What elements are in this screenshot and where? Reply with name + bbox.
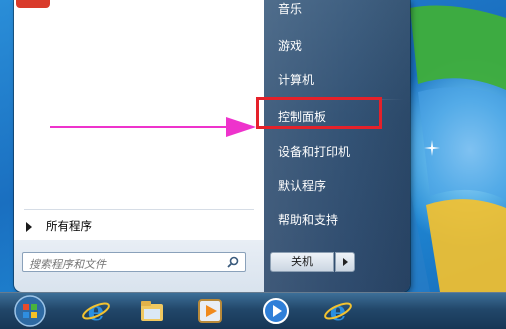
shutdown-button[interactable]: 关机 [270, 252, 334, 272]
start-menu: 所有程序 音乐 游戏 计算机 控制面板 设备和打印机 默认程序 帮助和支持 [14, 0, 410, 292]
menu-item-music[interactable]: 音乐 [270, 0, 404, 23]
taskbar-file-explorer[interactable] [132, 295, 172, 327]
windows-start-orb-icon [14, 295, 46, 327]
search-field[interactable] [22, 252, 246, 274]
taskbar-media-player[interactable] [256, 295, 296, 327]
pointer-arrow [50, 117, 256, 137]
taskbar-media-center[interactable] [190, 295, 230, 327]
triangle-right-icon [343, 258, 348, 266]
shutdown-options-button[interactable] [335, 252, 355, 272]
menu-item-default-programs[interactable]: 默认程序 [270, 172, 404, 200]
search-icon[interactable] [227, 256, 239, 268]
divider [24, 209, 254, 210]
menu-item-devices-printers[interactable]: 设备和打印机 [270, 138, 404, 166]
sparkle-icon [424, 140, 440, 156]
app-icon[interactable] [16, 0, 50, 8]
search-input[interactable] [23, 255, 219, 274]
internet-explorer-icon: e [324, 297, 352, 326]
all-programs-item[interactable]: 所有程序 [20, 216, 256, 236]
menu-item-computer[interactable]: 计算机 [270, 66, 404, 94]
media-player-icon [263, 298, 289, 324]
taskbar-internet-explorer[interactable]: e [76, 295, 116, 327]
svg-text:e: e [88, 297, 105, 326]
menu-item-help-support[interactable]: 帮助和支持 [270, 206, 404, 234]
all-programs-label: 所有程序 [46, 219, 92, 233]
start-button[interactable] [10, 295, 50, 327]
start-menu-right-pane: 音乐 游戏 计算机 控制面板 设备和打印机 默认程序 帮助和支持 [264, 0, 410, 292]
internet-explorer-icon: e [82, 297, 110, 326]
file-explorer-icon [141, 301, 163, 321]
triangle-right-icon [26, 221, 32, 232]
taskbar-internet-explorer-2[interactable]: e [318, 295, 358, 327]
control-panel-highlight [256, 97, 382, 129]
media-center-icon [198, 299, 222, 323]
menu-item-games[interactable]: 游戏 [270, 32, 404, 60]
taskbar: e e [0, 292, 506, 329]
svg-text:e: e [330, 297, 347, 326]
